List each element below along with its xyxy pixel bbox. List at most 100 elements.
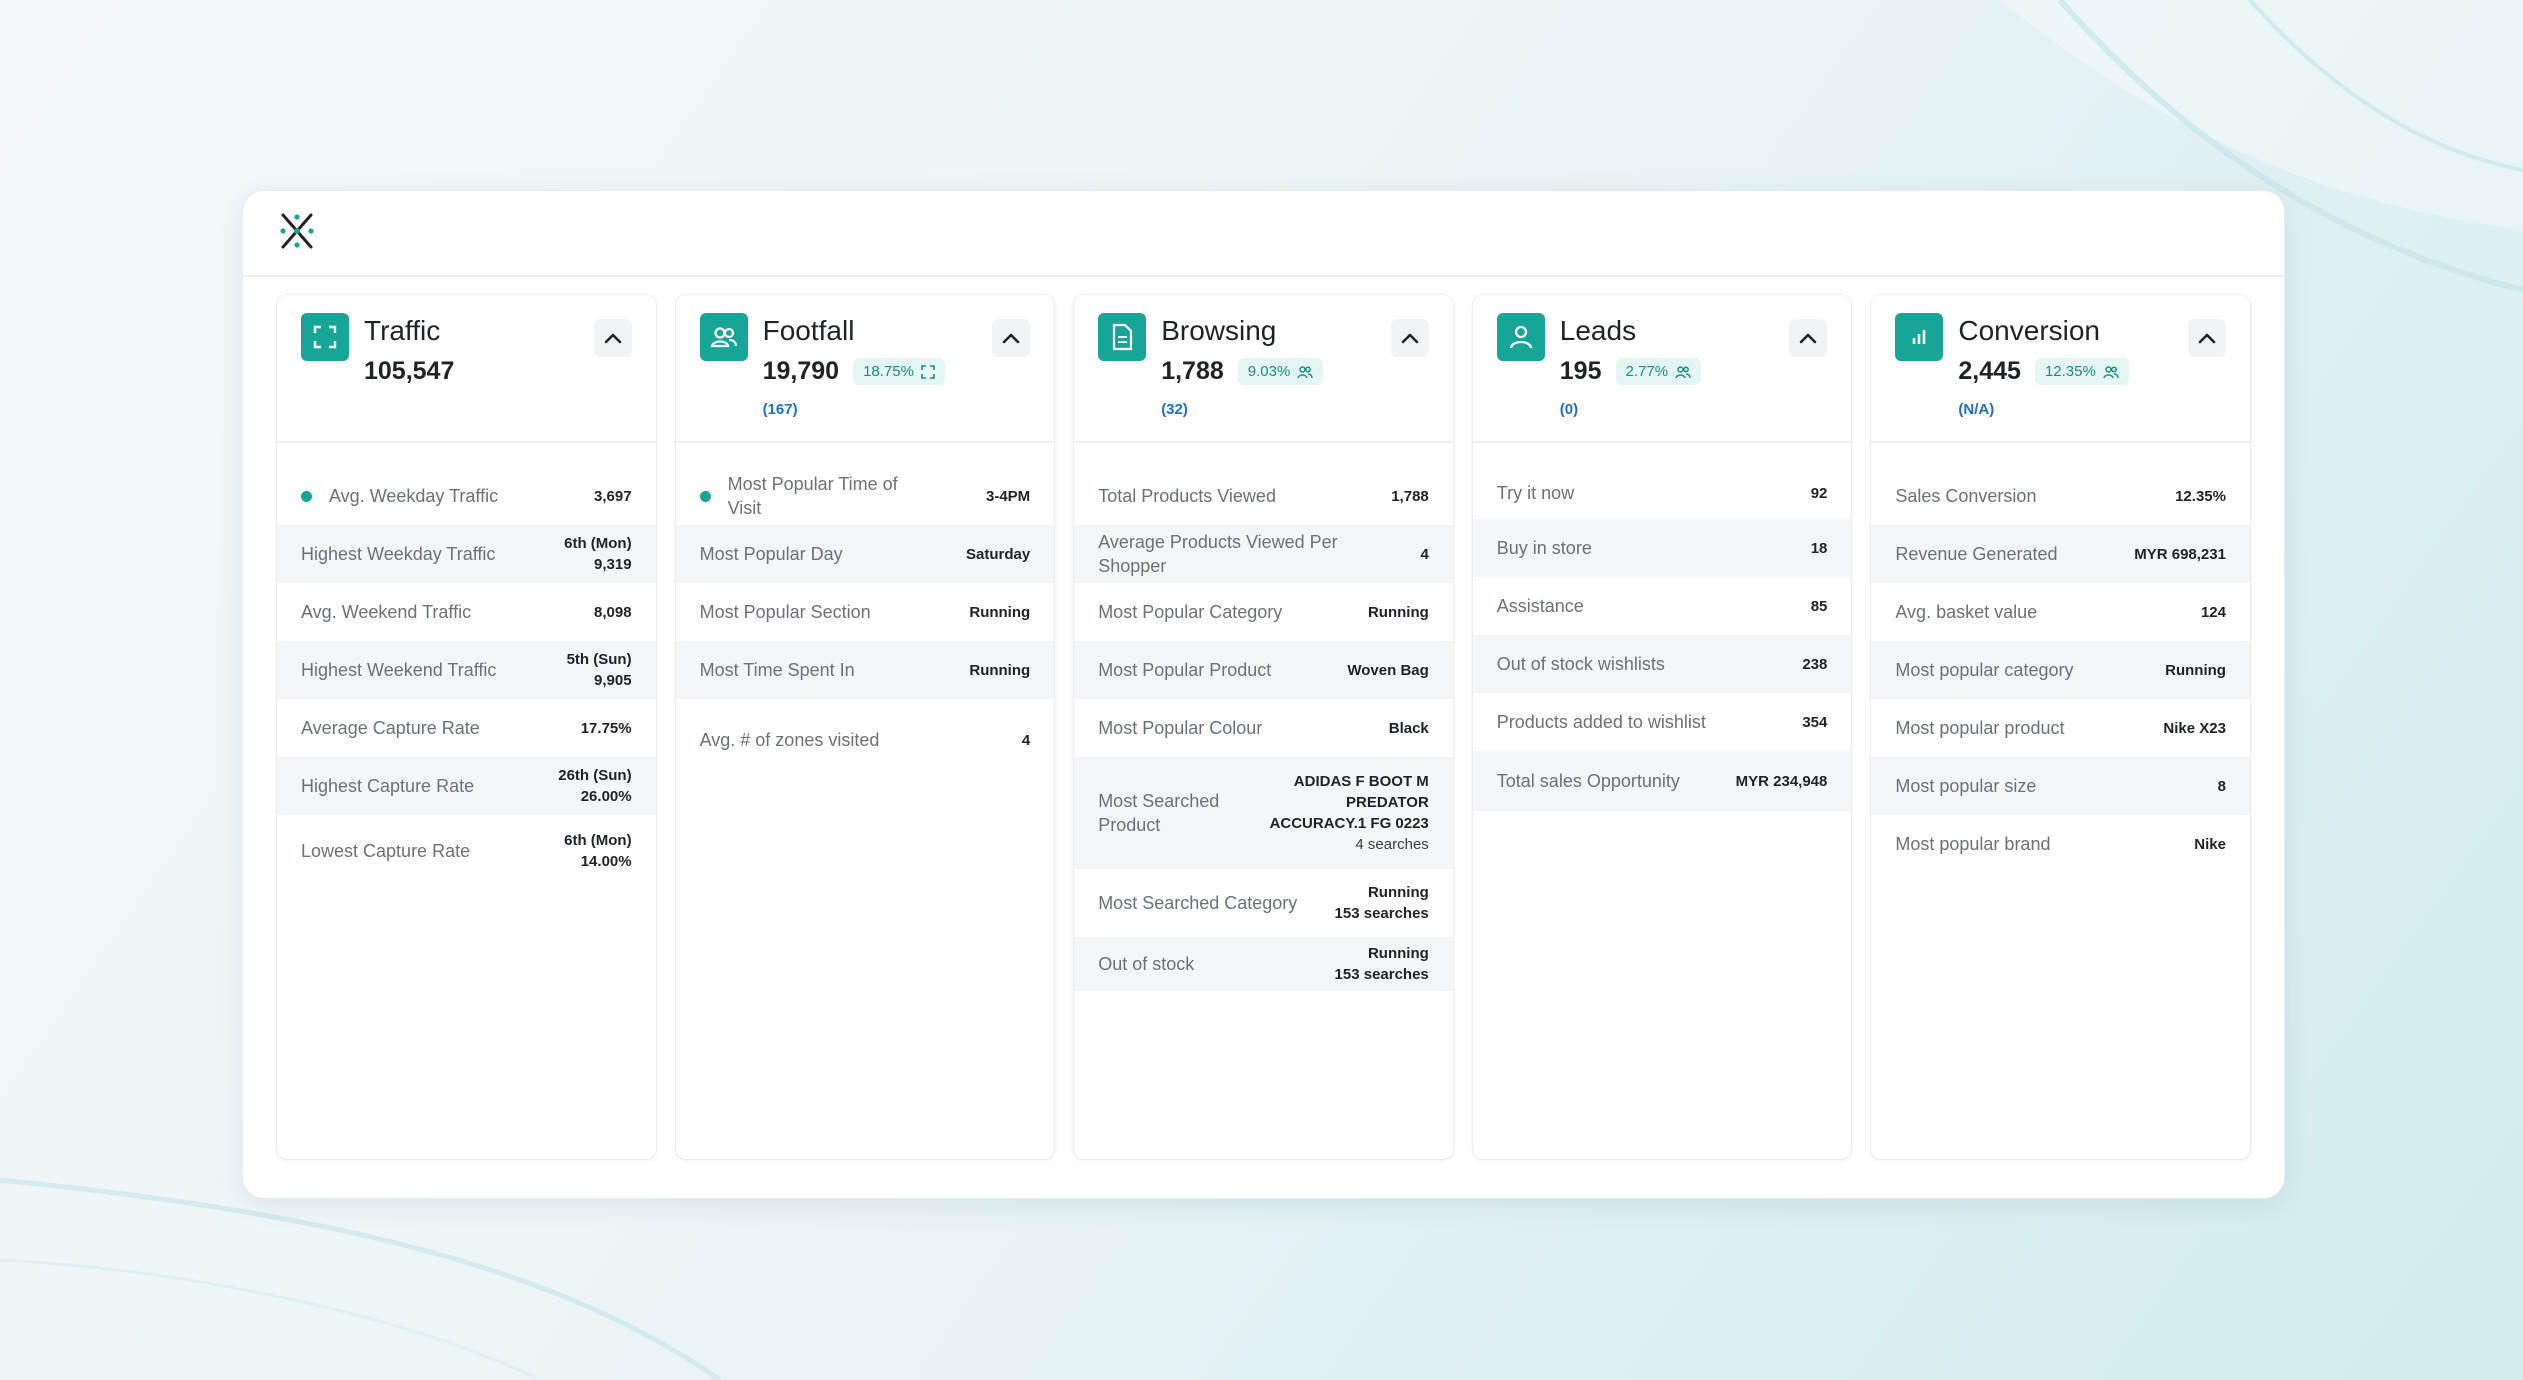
metric-row: Total Products Viewed 1,788 — [1074, 467, 1453, 525]
dashboard-window: Traffic 105,547 Avg. Weekday Traffic 3,697 H… — [242, 190, 2285, 1199]
top-bar — [243, 191, 2284, 277]
collapse-chevron-up-icon[interactable] — [2187, 319, 2226, 357]
percent-badge-text: 9.03% — [1247, 363, 1291, 380]
card-sub-count[interactable]: (167) — [763, 401, 798, 418]
metric-value-text: Woven Bag — [1347, 661, 1429, 679]
metric-row: Most Popular Colour Black — [1074, 699, 1453, 757]
person-icon — [1496, 313, 1545, 361]
metric-label-text: Try it now — [1496, 483, 1575, 503]
card-header: Traffic 105,547 — [277, 295, 656, 443]
metric-value-text: 8,098 — [594, 603, 632, 621]
status-dot-icon — [301, 490, 312, 502]
metric-row: Out of stock Running 153 searches — [1074, 937, 1453, 991]
metric-label-text: Most Popular Time of Visit — [727, 474, 898, 518]
card-value-row: 19,790 18.75% — [763, 357, 945, 386]
metric-row: Avg. Weekday Traffic 3,697 — [277, 467, 656, 525]
collapse-chevron-up-icon[interactable] — [593, 319, 632, 357]
metric-row: Most Popular Category Running — [1074, 583, 1453, 641]
metric-value: Nike X23 — [2163, 718, 2226, 739]
metric-value: 3,697 — [594, 486, 632, 507]
metric-label: Assistance — [1497, 594, 1584, 618]
metric-row: Average Products Viewed Per Shopper 4 — [1074, 525, 1453, 583]
metric-label-text: Most popular size — [1895, 776, 2037, 796]
percent-badge-text: 2.77% — [1625, 363, 1669, 380]
metric-row: Highest Weekend Traffic 5th (Sun) 9,905 — [277, 641, 656, 699]
metric-value: 124 — [2201, 602, 2226, 623]
metric-label: Most Popular Colour — [1098, 716, 1262, 740]
metric-list: Try it now 92 Buy in store 18 Assistance 85 Ou… — [1472, 443, 1852, 811]
metric-value-text: MYR 234,948 — [1735, 772, 1828, 790]
metric-value: 92 — [1811, 483, 1828, 504]
people-mini-icon — [2103, 365, 2119, 379]
metric-row: Most popular brand Nike — [1871, 815, 2250, 873]
card-title: Traffic — [364, 315, 441, 346]
metric-row: Most Searched Product ADIDAS F BOOT M PRE… — [1074, 757, 1453, 869]
collapse-chevron-up-icon[interactable] — [1789, 319, 1828, 357]
metric-row: Most popular product Nike X23 — [1871, 699, 2250, 757]
metric-row: Avg. Weekend Traffic 8,098 — [277, 583, 656, 641]
card-header: Conversion 2,445 12.35% (N/A) — [1871, 295, 2250, 443]
metric-value-sub: 26.00% — [580, 788, 632, 805]
metric-value-text: 4 — [1021, 731, 1031, 749]
metric-value-sub: 9,319 — [594, 556, 632, 573]
card-main-value: 2,445 — [1958, 357, 2021, 385]
metric-row: Most Popular Time of Visit 3-4PM — [676, 467, 1055, 525]
metric-list: Sales Conversion 12.35% Revenue Generated M… — [1871, 443, 2250, 873]
metric-label-text: Assistance — [1496, 596, 1584, 616]
metric-value-text: Nike X23 — [2163, 719, 2226, 737]
collapse-chevron-up-icon[interactable] — [1390, 319, 1429, 357]
leads-card: Leads 195 2.77% (0) Try it now 92 Buy in store… — [1472, 295, 1852, 1159]
metric-value-sub: 153 searches — [1334, 966, 1429, 983]
metric-value-text: ADIDAS F BOOT M PREDATOR ACCURACY.1 FG 0… — [1269, 773, 1429, 832]
browsing-card: Browsing 1,788 9.03% (32) Total Products Vie… — [1074, 295, 1453, 1159]
metric-row: Avg. # of zones visited 4 — [676, 699, 1055, 781]
metric-value-text: Running — [969, 603, 1031, 621]
metric-row: Out of stock wishlists 238 — [1472, 635, 1852, 693]
metric-value-sub: 9,905 — [594, 672, 632, 689]
metric-row: Most popular category Running — [1871, 641, 2250, 699]
metric-label: Lowest Capture Rate — [301, 839, 470, 863]
metric-value-text: MYR 698,231 — [2134, 545, 2226, 563]
metric-label-text: Total Products Viewed — [1098, 486, 1276, 506]
metric-row: Sales Conversion 12.35% — [1871, 467, 2250, 525]
metric-value: 6th (Mon) 9,319 — [564, 533, 631, 575]
card-sub-count[interactable]: (0) — [1560, 401, 1578, 418]
metric-row: Most Popular Section Running — [676, 583, 1055, 641]
card-header: Browsing 1,788 9.03% (32) — [1074, 295, 1453, 443]
status-dot-icon — [699, 490, 711, 502]
metric-label: Most Popular Section — [700, 600, 871, 624]
card-header: Footfall 19,790 18.75% (167) — [675, 295, 1055, 443]
metric-value-sub: 4 searches — [1355, 836, 1429, 853]
card-sub-count[interactable]: (32) — [1161, 401, 1188, 418]
metric-row: Avg. basket value 124 — [1871, 583, 2250, 641]
metric-label-text: Avg. basket value — [1895, 602, 2038, 622]
bar-chart-icon — [1895, 313, 1944, 361]
metric-label: Avg. Weekend Traffic — [301, 600, 471, 624]
app-logo-icon[interactable] — [277, 209, 317, 253]
metric-label-text: Average Capture Rate — [301, 718, 480, 738]
metric-label-text: Sales Conversion — [1895, 486, 2037, 506]
collapse-chevron-up-icon[interactable] — [992, 319, 1031, 357]
metric-label: Revenue Generated — [1895, 542, 2057, 566]
metric-value-text: 12.35% — [2175, 487, 2226, 505]
metric-value: 8,098 — [594, 602, 632, 623]
card-title: Footfall — [762, 315, 855, 346]
metric-value-text: 18 — [1810, 539, 1828, 557]
percent-badge: 12.35% — [2034, 358, 2129, 385]
metric-label-text: Most popular brand — [1895, 834, 2051, 854]
metric-value: MYR 698,231 — [2134, 544, 2226, 565]
metric-label-text: Lowest Capture Rate — [301, 841, 471, 861]
metric-list: Avg. Weekday Traffic 3,697 Highest Weekday… — [277, 443, 656, 887]
card-sub-count[interactable]: (N/A) — [1958, 401, 1994, 418]
metric-value: 85 — [1811, 596, 1828, 617]
scan-mini-icon — [921, 364, 935, 379]
metric-value-text: 3,697 — [594, 487, 632, 505]
card-main-value: 19,790 — [762, 357, 840, 385]
metric-label: Most Searched Product — [1098, 789, 1254, 837]
metric-row: Most popular size 8 — [1871, 757, 2250, 815]
metric-value-text: 8 — [2217, 777, 2226, 795]
metric-label: Out of stock wishlists — [1497, 652, 1665, 676]
metric-label: Most popular size — [1895, 774, 2036, 798]
metric-value: 3-4PM — [986, 486, 1030, 507]
percent-badge: 2.77% — [1615, 358, 1702, 385]
